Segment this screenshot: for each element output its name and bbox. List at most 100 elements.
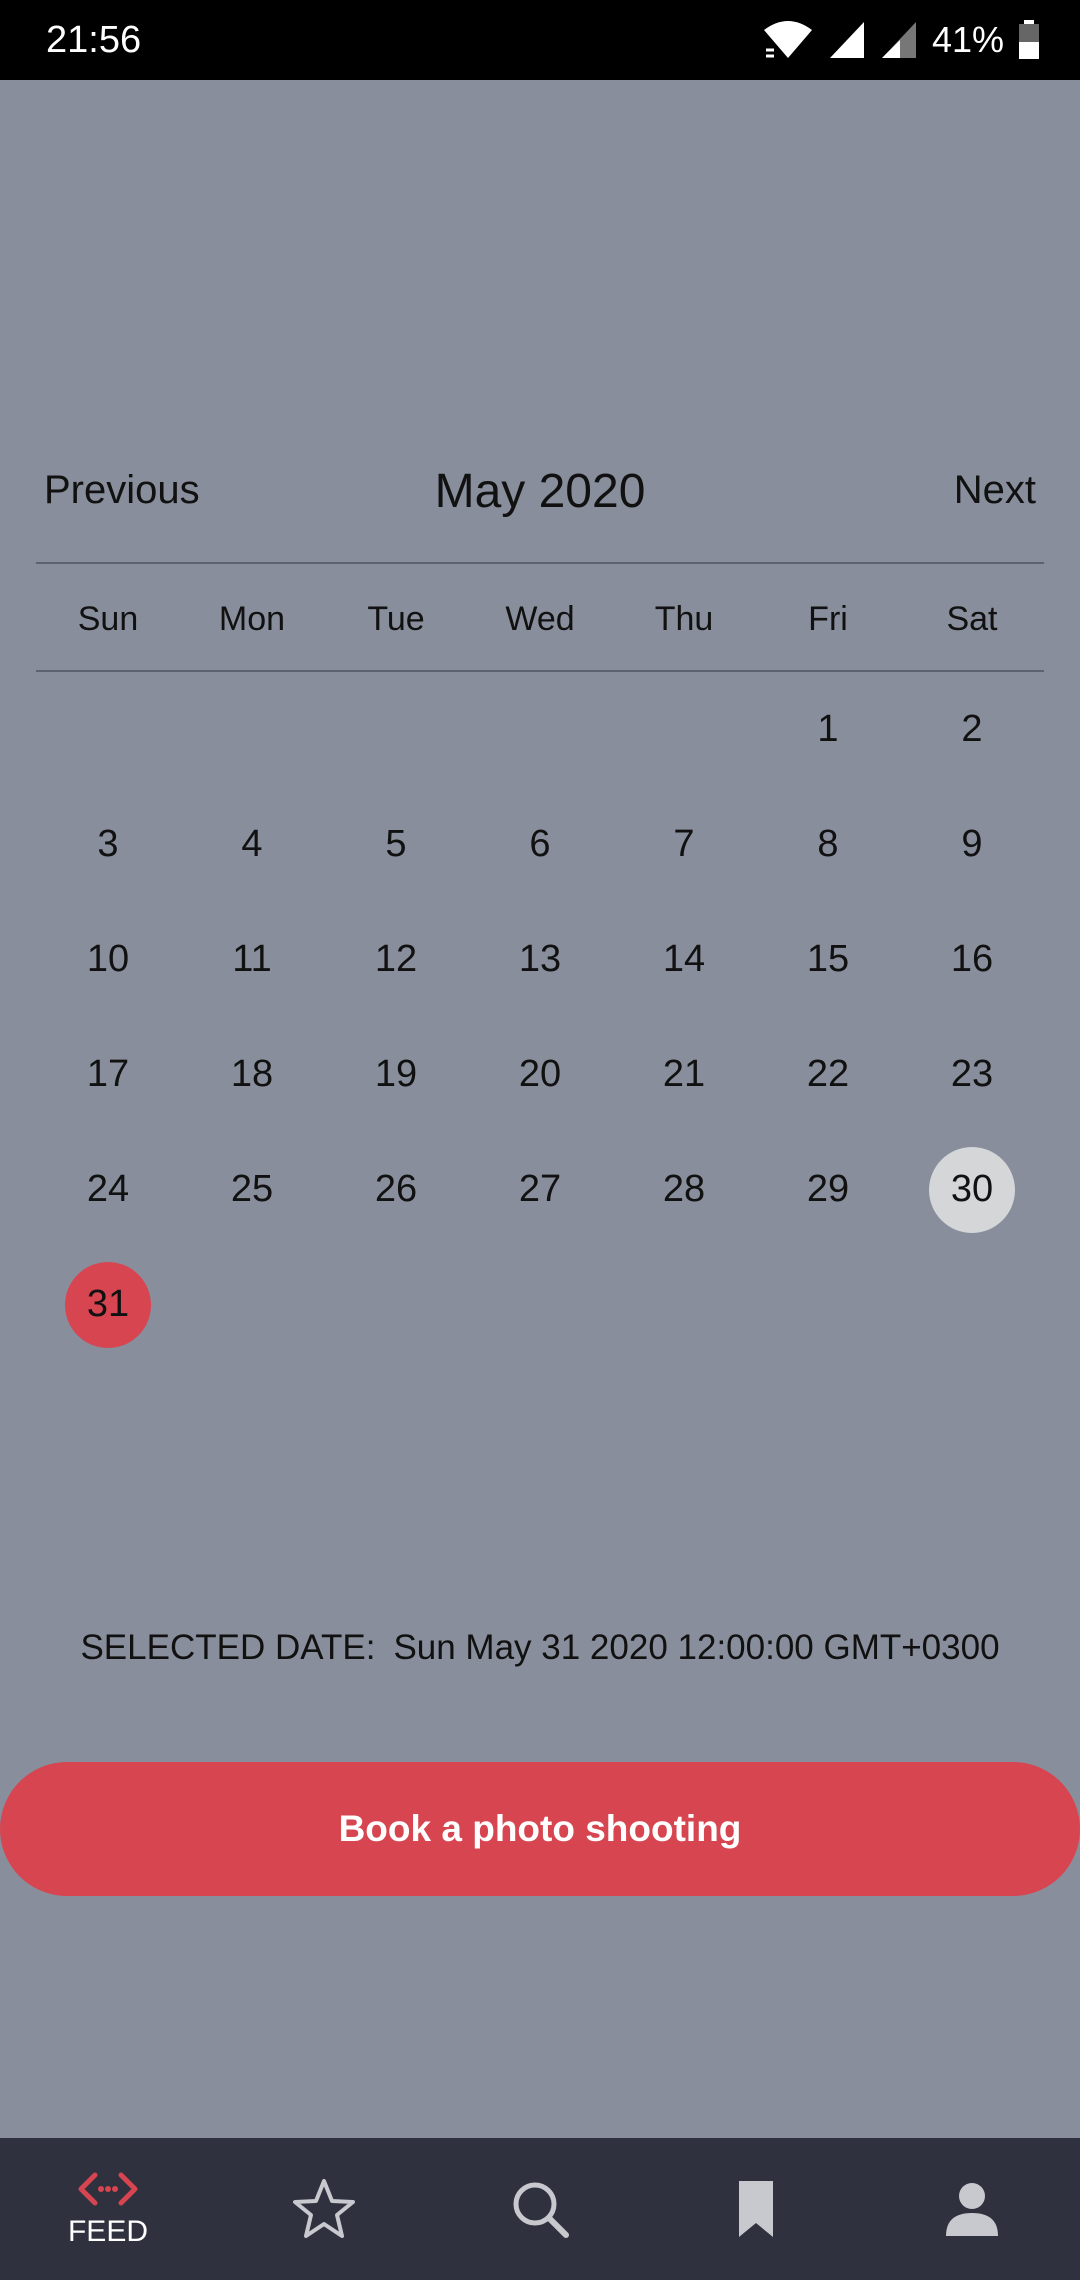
day-cell[interactable]: 17 (36, 1017, 180, 1132)
battery-percentage: 41% (931, 19, 1004, 60)
weekday-tue: Tue (367, 600, 425, 638)
day-cell[interactable]: 22 (756, 1017, 900, 1132)
battery-icon (1019, 20, 1039, 59)
selected-day: 31 (65, 1261, 151, 1348)
day-cell[interactable]: 13 (468, 902, 612, 1017)
day-cell[interactable]: 10 (36, 902, 180, 1017)
day-number: 22 (806, 1053, 850, 1095)
day-cell[interactable]: 23 (900, 1017, 1044, 1132)
day-number: 20 (518, 1053, 562, 1095)
day-cell[interactable]: 2 (900, 672, 1044, 787)
day-number: 19 (374, 1053, 418, 1095)
feed-icon (78, 2172, 138, 2206)
day-cell[interactable]: 25 (180, 1132, 324, 1247)
status-icons: 41% (762, 16, 1040, 64)
day-number: 5 (385, 823, 407, 865)
day-number: 23 (950, 1053, 994, 1095)
day-blank (36, 672, 180, 787)
day-number: 14 (662, 938, 706, 980)
day-number: 28 (662, 1168, 706, 1210)
day-number: 15 (806, 938, 850, 980)
month-title: May 2020 (434, 465, 646, 518)
header-divider (36, 562, 1044, 564)
nav-favorites[interactable] (216, 2138, 432, 2280)
selected-date-label: SELECTED DATE: (80, 1628, 376, 1667)
day-number: 6 (529, 823, 551, 865)
profile-icon (946, 2183, 998, 2236)
nav-feed-label: FEED (67, 2215, 148, 2248)
day-number: 30 (929, 1146, 1015, 1233)
weekday-mon: Mon (218, 600, 286, 638)
day-cell[interactable]: 15 (756, 902, 900, 1017)
day-cell[interactable]: 4 (180, 787, 324, 902)
day-number: 29 (806, 1168, 850, 1210)
day-cell[interactable]: 12 (324, 902, 468, 1017)
weekday-thu: Thu (654, 600, 714, 638)
day-number: 11 (232, 938, 272, 980)
star-icon (293, 2179, 355, 2238)
selected-date-display: SELECTED DATE: Sun May 31 2020 12:00:00 G… (0, 1628, 1080, 1668)
day-cell[interactable]: 16 (900, 902, 1044, 1017)
day-cell[interactable]: 8 (756, 787, 900, 902)
day-number: 4 (241, 823, 263, 865)
weekday-sun: Sun (77, 600, 139, 638)
day-number: 3 (97, 823, 119, 865)
bottom-navigation: FEED (0, 2138, 1080, 2280)
day-cell[interactable]: 26 (324, 1132, 468, 1247)
book-photo-shooting-button[interactable]: Book a photo shooting (0, 1762, 1080, 1896)
day-cell[interactable]: 11 (180, 902, 324, 1017)
day-cell[interactable]: 18 (180, 1017, 324, 1132)
day-blank (612, 672, 756, 787)
day-number: 16 (950, 938, 994, 980)
selected-date-value: Sun May 31 2020 12:00:00 GMT+0300 (393, 1628, 1000, 1667)
day-number: 2 (961, 708, 983, 750)
day-number: 8 (817, 823, 839, 865)
signal-icon (829, 22, 864, 58)
day-number: 1 (817, 708, 839, 750)
weekday-row: Sun Mon Tue Wed Thu Fri Sat (36, 596, 1044, 642)
day-cell[interactable]: 19 (324, 1017, 468, 1132)
day-cell[interactable]: 27 (468, 1132, 612, 1247)
day-cell[interactable]: 5 (324, 787, 468, 902)
weekday-sat: Sat (946, 600, 998, 638)
day-number: 18 (230, 1053, 274, 1095)
nav-profile[interactable] (864, 2138, 1080, 2280)
nav-feed[interactable]: FEED (0, 2138, 216, 2280)
day-cell[interactable]: 28 (612, 1132, 756, 1247)
day-number: 17 (86, 1053, 130, 1095)
day-number: 13 (518, 938, 562, 980)
weekday-fri: Fri (808, 600, 848, 638)
weekday-wed: Wed (505, 600, 575, 638)
calendar-header: Previous May 2020 Next (0, 460, 1080, 530)
day-cell[interactable]: 6 (468, 787, 612, 902)
day-cell[interactable]: 24 (36, 1132, 180, 1247)
day-cell[interactable]: 31 (36, 1247, 180, 1362)
next-month-button[interactable]: Next (954, 468, 1036, 513)
bookmark-icon (739, 2181, 773, 2237)
search-icon (513, 2182, 569, 2238)
day-number: 24 (86, 1168, 130, 1210)
day-blank (180, 672, 324, 787)
day-cell[interactable]: 21 (612, 1017, 756, 1132)
day-number: 9 (961, 823, 983, 865)
day-number: 26 (374, 1168, 418, 1210)
day-cell[interactable]: 29 (756, 1132, 900, 1247)
day-number: 10 (86, 938, 130, 980)
day-cell[interactable]: 1 (756, 672, 900, 787)
day-blank (324, 672, 468, 787)
wifi-icon (763, 21, 812, 58)
day-cell[interactable]: 14 (612, 902, 756, 1017)
day-number: 27 (518, 1168, 562, 1210)
days-grid: 1 2 3 4 5 6 7 8 9 10 11 12 13 14 15 16 17 18 19 20 21 22 23 24 2… (36, 672, 1044, 1362)
nav-search[interactable] (432, 2138, 648, 2280)
day-cell[interactable]: 3 (36, 787, 180, 902)
status-time: 21:56 (46, 19, 142, 61)
status-bar: 21:56 41% (0, 0, 1080, 80)
day-cell[interactable]: 30 (900, 1132, 1044, 1247)
day-blank (468, 672, 612, 787)
day-cell[interactable]: 9 (900, 787, 1044, 902)
day-cell[interactable]: 20 (468, 1017, 612, 1132)
day-cell[interactable]: 7 (612, 787, 756, 902)
day-number: 25 (230, 1168, 274, 1210)
nav-bookmarks[interactable] (648, 2138, 864, 2280)
